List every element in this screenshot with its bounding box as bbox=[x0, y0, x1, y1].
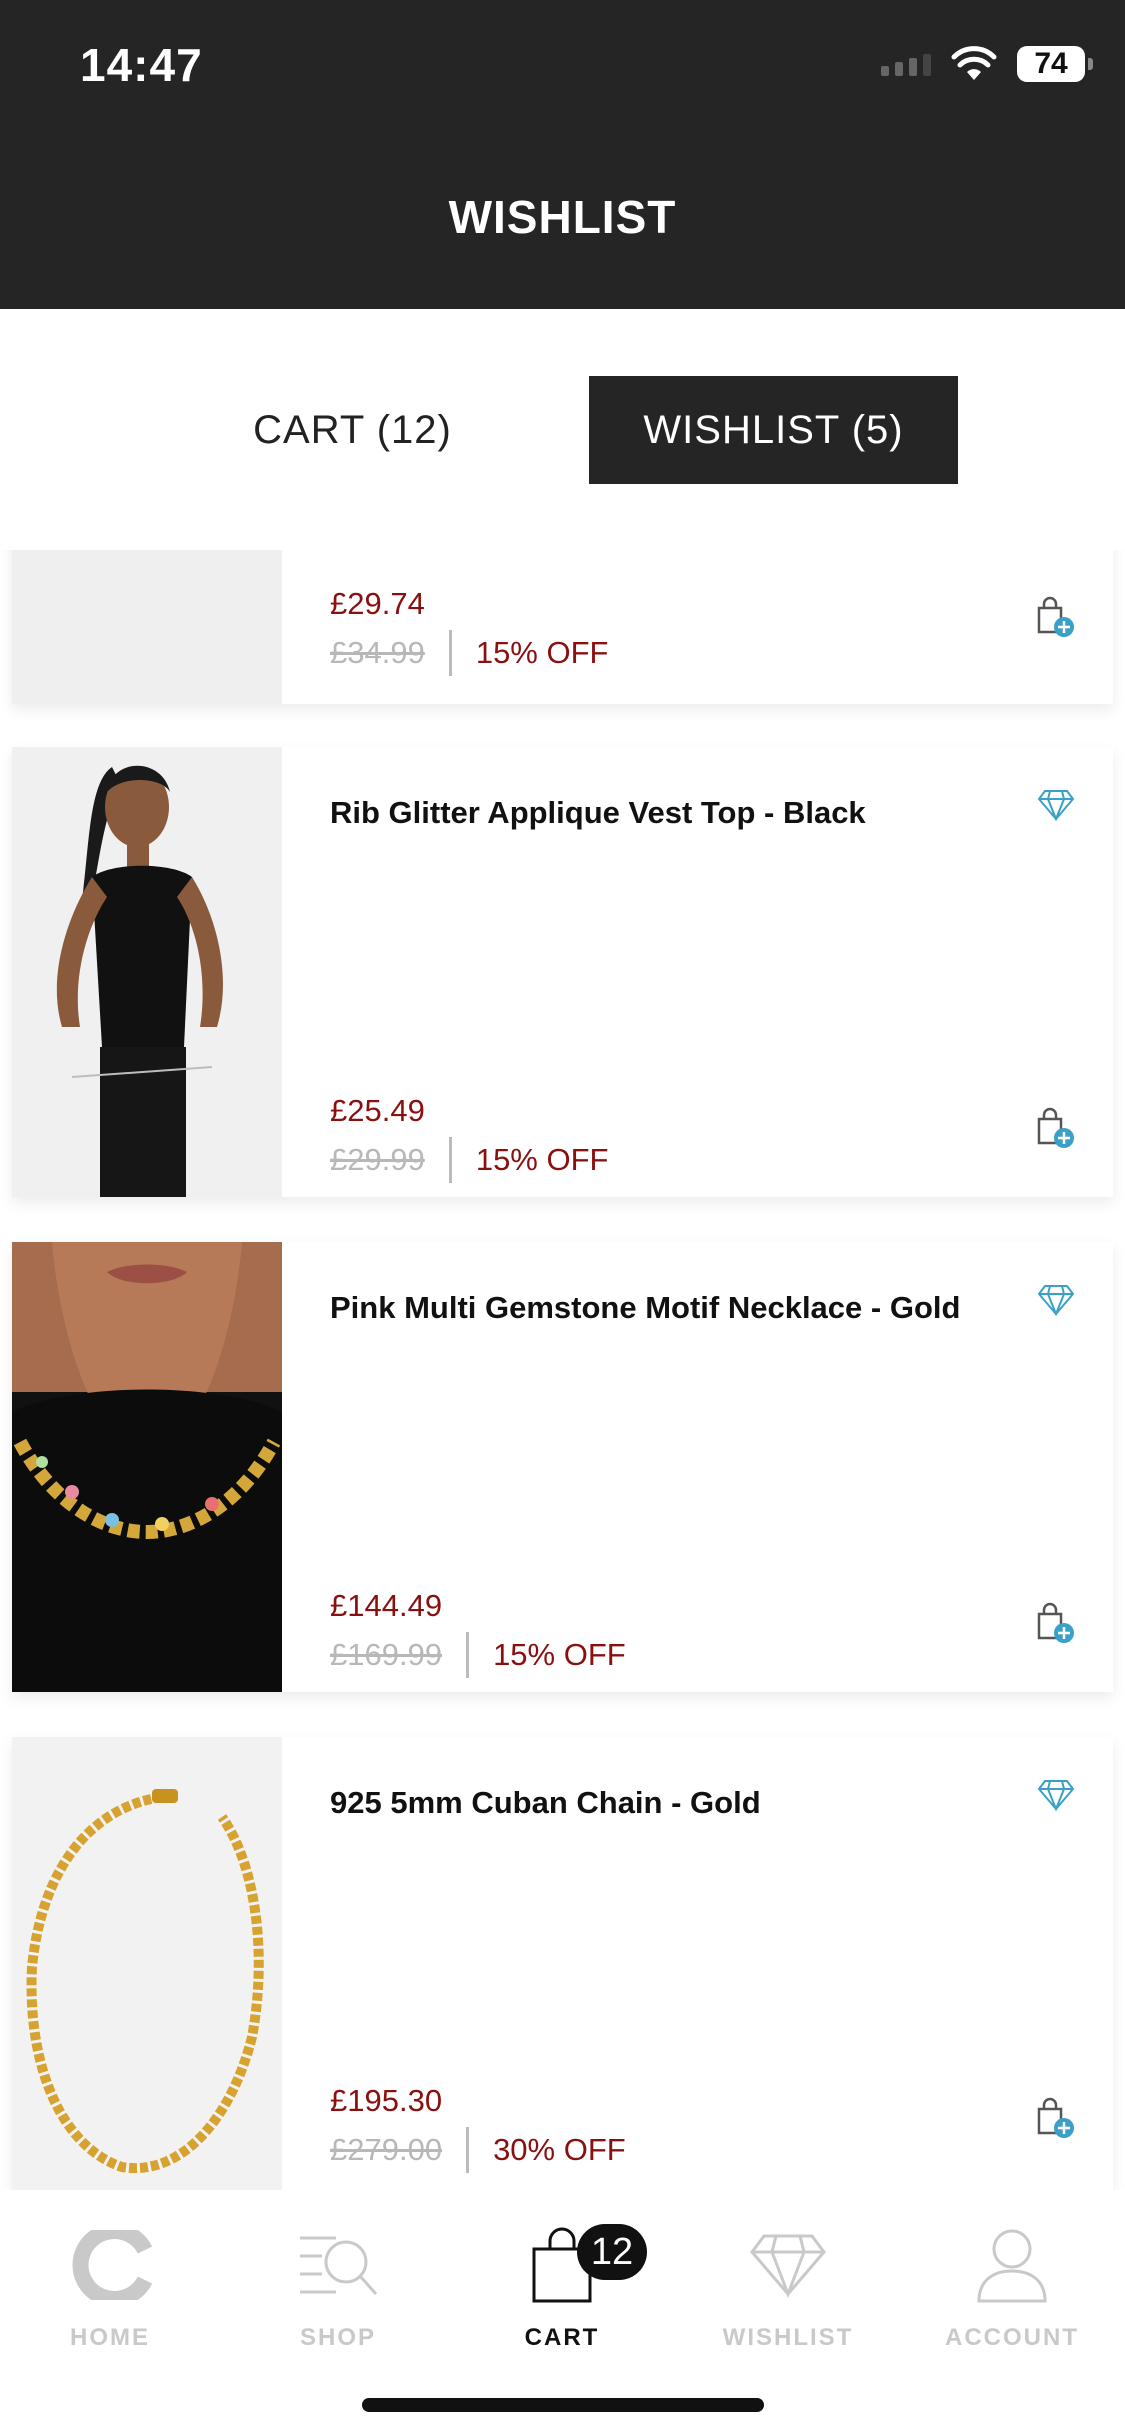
product-image[interactable] bbox=[12, 1242, 282, 1692]
wishlist-item[interactable]: 925 5mm Cuban Chain - Gold £195.30 £279.… bbox=[12, 1737, 1113, 2190]
signal-icon bbox=[881, 52, 931, 76]
price-divider bbox=[448, 1137, 452, 1183]
original-price: £29.99 bbox=[330, 1142, 425, 1177]
product-image[interactable] bbox=[12, 550, 282, 704]
original-price: £169.99 bbox=[330, 1637, 443, 1672]
price-divider bbox=[466, 2127, 470, 2173]
wifi-icon bbox=[951, 46, 997, 82]
page-title: WISHLIST bbox=[448, 191, 677, 243]
product-price: £144.49 bbox=[330, 1588, 443, 1623]
tab-bar: CART (12) WISHLIST (5) bbox=[0, 376, 1125, 484]
nav-wishlist[interactable]: WISHLIST bbox=[698, 2220, 878, 2352]
product-price: £195.30 bbox=[330, 2083, 443, 2118]
top-bar: 14:47 74 WISHLIST bbox=[0, 0, 1125, 309]
original-price: £34.99 bbox=[330, 635, 425, 670]
nav-cart-label: CART bbox=[524, 2324, 600, 2351]
discount-label: 15% OFF bbox=[475, 1142, 609, 1177]
discount-label: 15% OFF bbox=[493, 1637, 626, 1672]
diamond-wishlist-icon[interactable] bbox=[1037, 1779, 1075, 1816]
price-row: £29.99 15% OFF bbox=[330, 1137, 608, 1183]
product-price: £25.49 bbox=[330, 1093, 425, 1128]
diamond-wishlist-icon[interactable] bbox=[1037, 1284, 1075, 1321]
home-indicator bbox=[362, 2398, 764, 2412]
status-icons: 74 bbox=[881, 46, 1093, 82]
price-row: £279.00 30% OFF bbox=[330, 2127, 626, 2173]
nav-home[interactable]: HOME bbox=[20, 2220, 200, 2352]
add-to-bag-icon[interactable] bbox=[1035, 596, 1075, 643]
discount-label: 15% OFF bbox=[475, 635, 609, 670]
nav-shop-label: SHOP bbox=[299, 2324, 376, 2351]
wishlist-item[interactable]: Rib Glitter Applique Vest Top - Black £2… bbox=[12, 747, 1113, 1197]
original-price: £279.00 bbox=[330, 2132, 443, 2167]
nav-account[interactable]: ACCOUNT bbox=[922, 2220, 1102, 2352]
wishlist-list[interactable]: £29.74 £34.99 15% OFF Rib Glitter Appliq… bbox=[0, 550, 1125, 2190]
price-row: £34.99 15% OFF bbox=[330, 630, 608, 676]
nav-home-label: HOME bbox=[70, 2324, 150, 2351]
product-image[interactable] bbox=[12, 1737, 282, 2190]
wishlist-item[interactable]: Pink Multi Gemstone Motif Necklace - Gol… bbox=[12, 1242, 1113, 1692]
wishlist-item[interactable]: £29.74 £34.99 15% OFF bbox=[12, 550, 1113, 704]
price-row: £169.99 15% OFF bbox=[330, 1632, 626, 1678]
product-title[interactable]: Pink Multi Gemstone Motif Necklace - Gol… bbox=[330, 1290, 960, 1326]
product-price: £29.74 bbox=[330, 586, 425, 621]
product-image[interactable] bbox=[12, 747, 282, 1197]
status-time: 14:47 bbox=[80, 39, 203, 91]
add-to-bag-icon[interactable] bbox=[1035, 1602, 1075, 1649]
nav-cart[interactable]: CART 12 bbox=[472, 2220, 652, 2352]
product-title[interactable]: Rib Glitter Applique Vest Top - Black bbox=[330, 795, 866, 831]
product-title[interactable]: 925 5mm Cuban Chain - Gold bbox=[330, 1785, 761, 1821]
nav-wishlist-label: WISHLIST bbox=[722, 2324, 854, 2351]
add-to-bag-icon[interactable] bbox=[1035, 1107, 1075, 1154]
tab-cart[interactable]: CART (12) bbox=[205, 376, 500, 484]
user-icon bbox=[922, 2220, 1102, 2310]
battery-indicator: 74 bbox=[1017, 46, 1093, 82]
price-divider bbox=[466, 1632, 470, 1678]
tab-wishlist[interactable]: WISHLIST (5) bbox=[589, 376, 958, 484]
nav-account-label: ACCOUNT bbox=[945, 2324, 1079, 2351]
diamond-icon bbox=[698, 2220, 878, 2310]
search-list-icon bbox=[248, 2220, 428, 2310]
nav-shop[interactable]: SHOP bbox=[248, 2220, 428, 2352]
add-to-bag-icon[interactable] bbox=[1035, 2097, 1075, 2144]
home-logo-icon bbox=[20, 2220, 200, 2310]
price-divider bbox=[448, 630, 452, 676]
discount-label: 30% OFF bbox=[493, 2132, 626, 2167]
cart-count-badge: 12 bbox=[577, 2224, 647, 2280]
diamond-wishlist-icon[interactable] bbox=[1037, 789, 1075, 826]
